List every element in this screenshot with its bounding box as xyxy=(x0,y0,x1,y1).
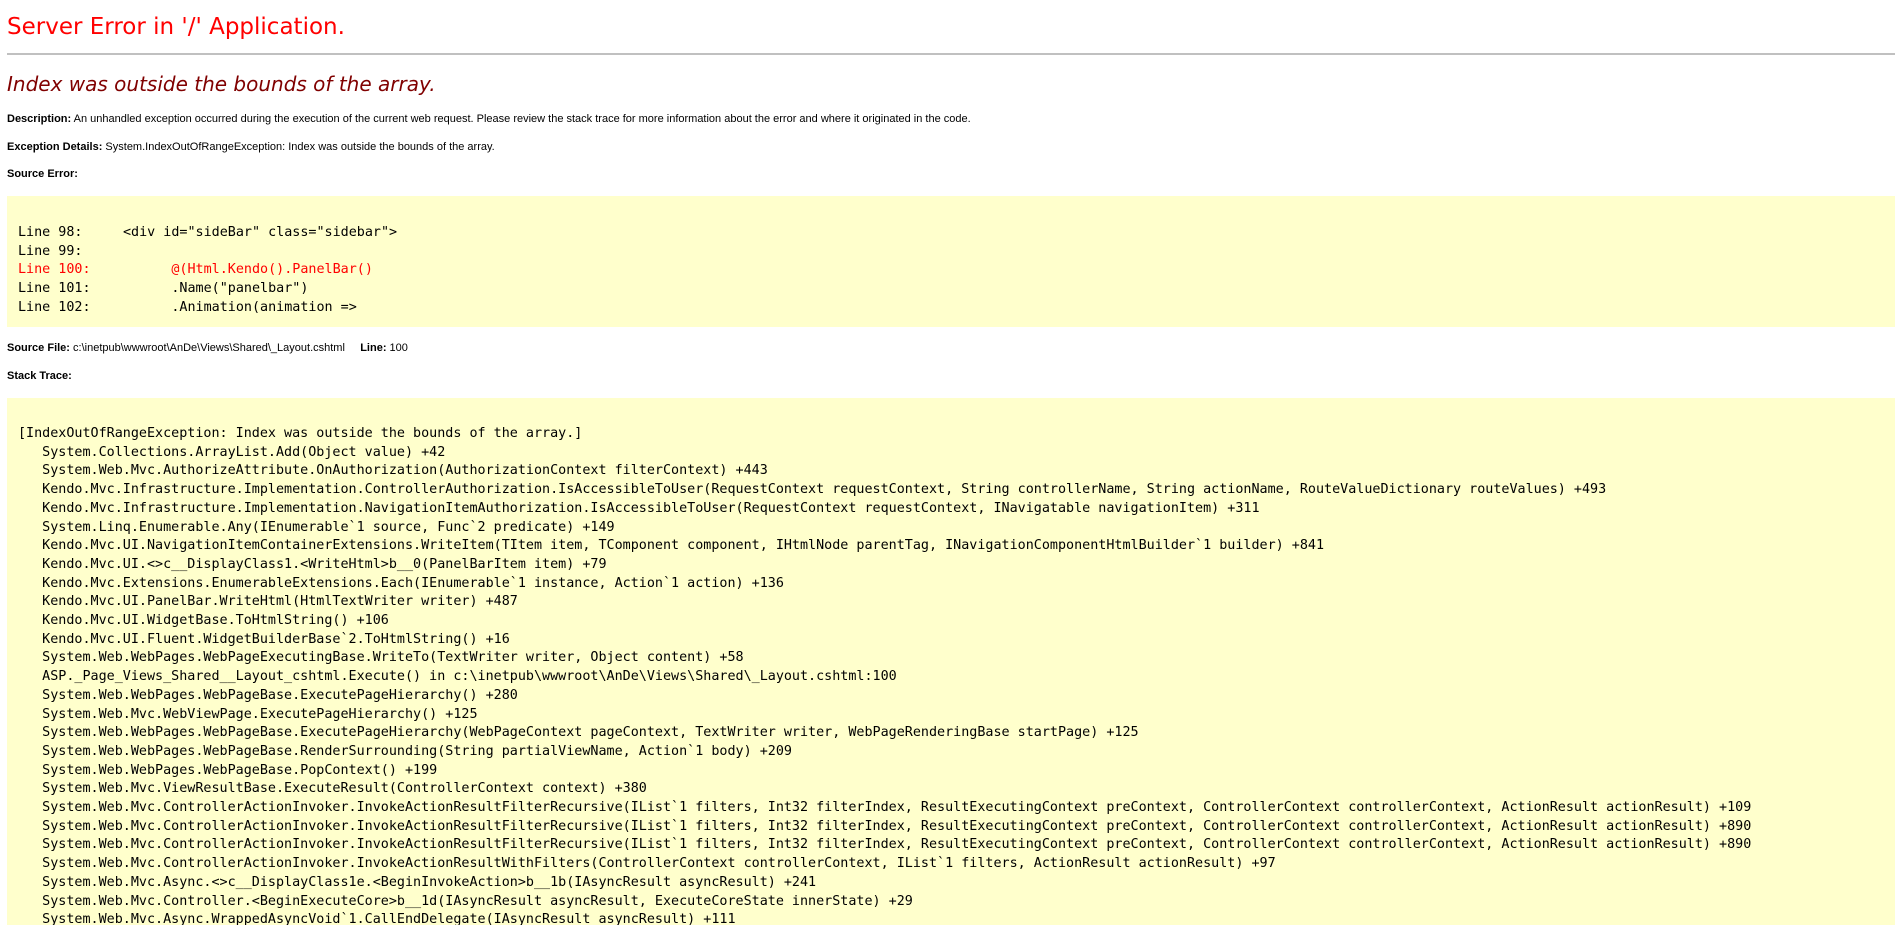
source-line-number: Line 98: xyxy=(18,225,83,240)
stack-trace-line: System.Web.Mvc.Controller.<BeginExecuteC… xyxy=(18,893,913,909)
description-row: Description: An unhandled exception occu… xyxy=(7,113,971,125)
stack-trace-line: Kendo.Mvc.Infrastructure.Implementation.… xyxy=(18,482,1607,498)
source-file-row: Source File: c:\inetpub\wwwroot\AnDe\Vie… xyxy=(7,342,408,354)
stack-trace-line: System.Web.WebPages.WebPageBase.PopConte… xyxy=(18,762,438,778)
stack-trace-line: Kendo.Mvc.Infrastructure.Implementation.… xyxy=(18,500,1260,516)
title-divider xyxy=(7,53,1895,55)
stack-trace-line: [IndexOutOfRangeException: Index was out… xyxy=(18,426,583,441)
source-line-code: .Animation(animation => xyxy=(123,299,357,315)
stack-trace-line: Kendo.Mvc.UI.<>c__DisplayClass1.<WriteHt… xyxy=(18,556,607,572)
source-line: Line 102: .Animation(animation => xyxy=(18,299,397,318)
error-message-heading: Index was outside the bounds of the arra… xyxy=(7,72,436,96)
stack-trace-line: Kendo.Mvc.Extensions.EnumerableExtension… xyxy=(18,575,784,591)
stack-trace-line: System.Web.WebPages.WebPageBase.RenderSu… xyxy=(18,743,792,759)
error-page: Server Error in '/' Application. Index w… xyxy=(0,0,1895,925)
page-title: Server Error in '/' Application. xyxy=(7,14,345,40)
source-code-block: Line 98: <div id="sideBar" class="sidebar… xyxy=(18,224,397,318)
stack-trace-line: System.Web.Mvc.ControllerActionInvoker.I… xyxy=(18,837,1752,853)
exception-details-label: Exception Details: xyxy=(7,141,103,153)
source-error-heading: Source Error: xyxy=(7,168,78,180)
description-text: An unhandled exception occurred during t… xyxy=(73,113,971,125)
stack-trace-label: Stack Trace: xyxy=(7,370,72,382)
stack-trace-block: [IndexOutOfRangeException: Index was out… xyxy=(18,425,1751,925)
source-line-number: Line 102: xyxy=(18,299,91,315)
source-line-code: <div id="sideBar" class="sidebar"> xyxy=(123,225,398,240)
stack-trace-line: Kendo.Mvc.UI.PanelBar.WriteHtml(HtmlText… xyxy=(18,594,518,610)
stack-trace-line: Kendo.Mvc.UI.Fluent.WidgetBuilderBase`2.… xyxy=(18,631,510,647)
stack-trace-line: System.Web.Mvc.WebViewPage.ExecutePageHi… xyxy=(18,706,478,722)
stack-trace-line: Kendo.Mvc.UI.WidgetBase.ToHtmlString() +… xyxy=(18,613,389,629)
source-line: Line 98: <div id="sideBar" class="sidebar… xyxy=(18,224,397,243)
stack-trace-heading: Stack Trace: xyxy=(7,370,72,382)
stack-trace-line: Kendo.Mvc.UI.NavigationItemContainerExte… xyxy=(18,538,1325,554)
source-line: Line 99: xyxy=(18,243,397,262)
source-line-label: Line: xyxy=(360,342,387,354)
stack-trace-line: System.Web.WebPages.WebPageExecutingBase… xyxy=(18,650,744,666)
stack-trace-line: System.Web.Mvc.ControllerActionInvoker.I… xyxy=(18,800,1752,816)
source-line-code: @(Html.Kendo().PanelBar() xyxy=(123,262,373,278)
source-file-label: Source File: xyxy=(7,342,70,354)
stack-trace-line: System.Web.WebPages.WebPageBase.ExecuteP… xyxy=(18,725,1139,741)
source-line-number: Line 101: xyxy=(18,281,91,297)
stack-trace-line: ASP._Page_Views_Shared__Layout_cshtml.Ex… xyxy=(18,669,897,685)
source-line-code: .Name("panelbar") xyxy=(123,281,309,297)
stack-trace-line: System.Web.Mvc.AuthorizeAttribute.OnAuth… xyxy=(18,463,768,479)
stack-trace-line: System.Web.Mvc.ControllerActionInvoker.I… xyxy=(18,856,1276,872)
description-label: Description: xyxy=(7,113,72,125)
stack-trace-line: System.Linq.Enumerable.Any(IEnumerable`1… xyxy=(18,519,615,535)
source-line: Line 101: .Name("panelbar") xyxy=(18,280,397,299)
stack-trace-line: System.Collections.ArrayList.Add(Object … xyxy=(18,444,446,460)
exception-details-row: Exception Details: System.IndexOutOfRang… xyxy=(7,141,495,153)
source-line-value: 100 xyxy=(389,342,408,354)
source-file-path: c:\inetpub\wwwroot\AnDe\Views\Shared\_La… xyxy=(73,342,345,354)
source-line-number: Line 100: xyxy=(18,262,91,278)
stack-trace-line: System.Web.WebPages.WebPageBase.ExecuteP… xyxy=(18,687,518,703)
source-error-line: Line 100: @(Html.Kendo().PanelBar() xyxy=(18,261,397,280)
stack-trace-line: System.Web.Mvc.Async.<>c__DisplayClass1e… xyxy=(18,874,817,890)
source-error-label: Source Error: xyxy=(7,168,78,180)
stack-trace-line: System.Web.Mvc.Async.WrappedAsyncVoid`1.… xyxy=(18,912,736,925)
stack-trace-line: System.Web.Mvc.ViewResultBase.ExecuteRes… xyxy=(18,781,647,797)
stack-trace-line: System.Web.Mvc.ControllerActionInvoker.I… xyxy=(18,818,1752,834)
source-line-number: Line 99: xyxy=(18,243,83,259)
source-error-box: Line 98: <div id="sideBar" class="sidebar… xyxy=(7,196,1895,327)
exception-details-text: System.IndexOutOfRangeException: Index w… xyxy=(105,141,495,153)
stack-trace-box[interactable]: [IndexOutOfRangeException: Index was out… xyxy=(7,398,1895,925)
